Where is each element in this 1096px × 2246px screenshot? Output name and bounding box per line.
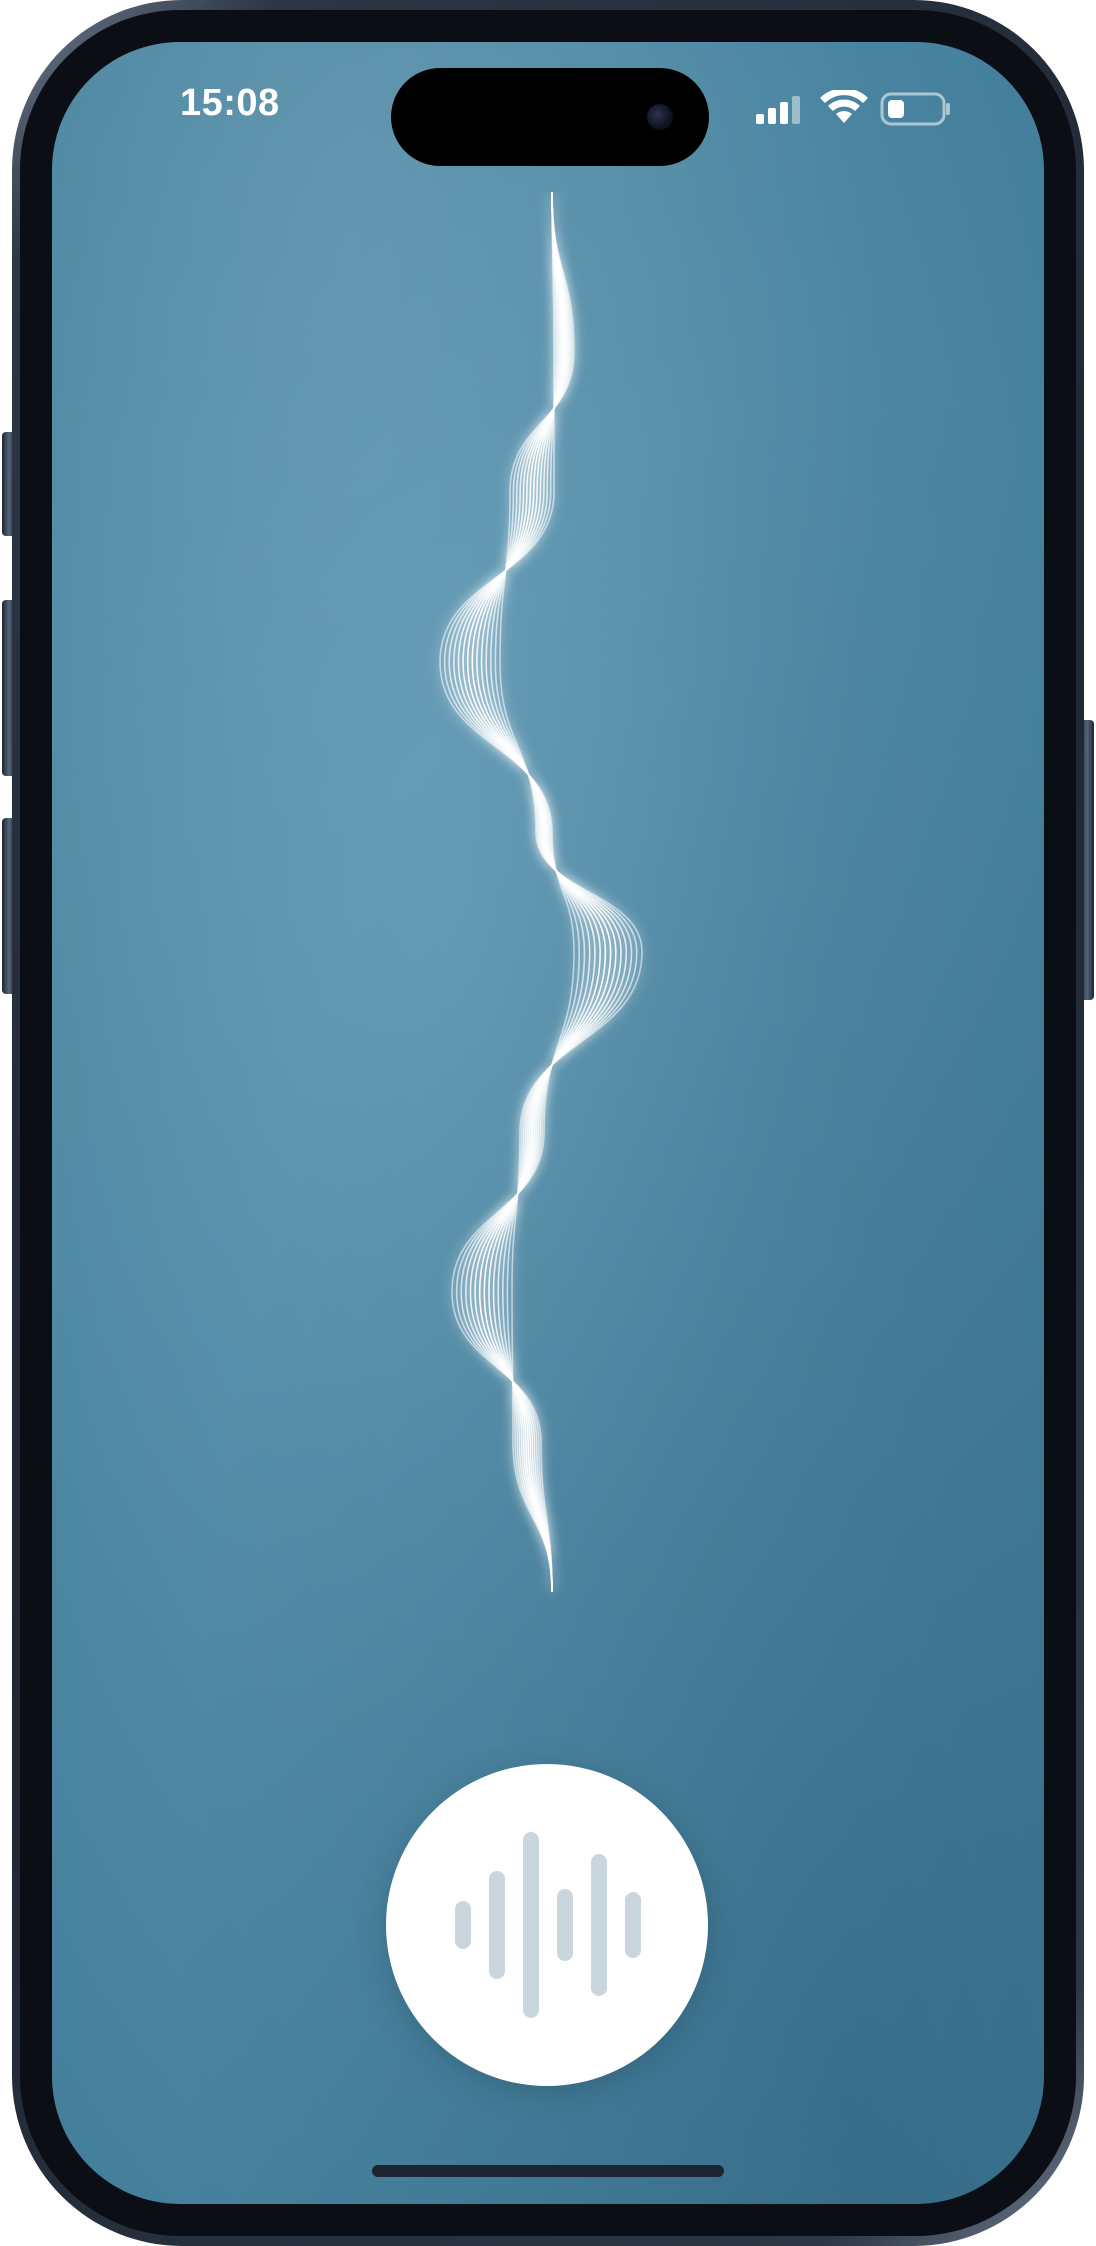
status-bar: 15:08 [52,42,1044,192]
wifi-icon [820,90,868,123]
voice-input-button[interactable] [386,1764,708,2086]
cellular-signal-icon [756,96,800,124]
wave-strand [476,191,617,1593]
front-camera [647,104,673,130]
voice-wave-visualization [52,191,1044,1792]
audio-waveform-icon [455,1832,641,2018]
wave-strand [480,191,622,1593]
voice-wave [439,191,643,1593]
home-indicator[interactable] [372,2165,724,2177]
wave-strand [453,191,591,1593]
screen: 15:08 [52,42,1044,2204]
battery-low-icon [880,92,950,126]
phone-device: 15:08 [0,0,1096,2246]
status-time: 15:08 [180,82,280,124]
dynamic-island [391,68,709,166]
